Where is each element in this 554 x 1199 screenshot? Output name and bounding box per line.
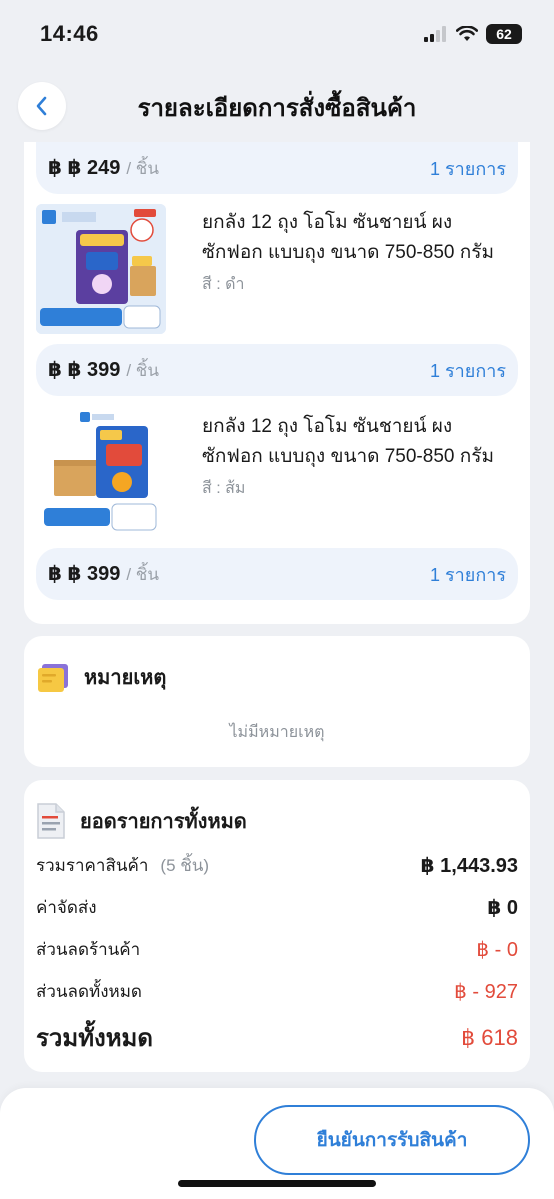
summary-title: ยอดรายการทั้งหมด — [80, 811, 247, 833]
order-items-card: ฿ ฿ 249 / ชิ้น 1 รายการ ยกลัง 12 ถุง โอโ… — [24, 142, 530, 624]
battery-indicator: 62 — [486, 24, 522, 44]
note-title: หมายเหตุ — [84, 667, 167, 689]
summary-card: ยอดรายการทั้งหมด รวมราคาสินค้า (5 ชิ้น) ฿… — [24, 780, 530, 1072]
product-variant: สี : ส้ม — [202, 480, 246, 497]
sticky-note-icon — [38, 664, 68, 692]
product-item[interactable]: ยกลัง 12 ถุง โอโม ซันชายน์ ผงซักฟอก แบบถ… — [36, 204, 516, 344]
document-icon — [37, 803, 65, 839]
back-button[interactable] — [18, 82, 66, 130]
item-price-bar: ฿ ฿ 399 / ชิ้น 1 รายการ — [36, 344, 518, 396]
note-empty-text: ไม่มีหมายเหตุ — [229, 724, 325, 741]
product-name: ยกลัง 12 ถุง โอโม ซันชายน์ ผงซักฟอก แบบถ… — [202, 212, 494, 263]
page-title: รายละเอียดการสั่งซื้อสินค้า — [137, 94, 417, 122]
total-discount-label: ส่วนลดทั้งหมด — [36, 982, 142, 1001]
header: รายละเอียดการสั่งซื้อสินค้า — [0, 72, 554, 142]
product-image — [36, 408, 166, 538]
home-indicator — [178, 1180, 376, 1187]
note-card: หมายเหตุ ไม่มีหมายเหตุ — [24, 636, 530, 767]
status-icons: 62 — [424, 24, 522, 44]
shipping-label: ค่าจัดส่ง — [36, 898, 97, 917]
total-discount-row: ส่วนลดทั้งหมด ฿ - 927 — [36, 978, 518, 1005]
grand-total-label: รวมทั้งหมด — [36, 1025, 153, 1052]
grand-total-row: รวมทั้งหมด ฿ 618 — [36, 1018, 518, 1057]
total-discount-value: ฿ - 927 — [454, 981, 518, 1003]
item-unit: / ชิ้น — [126, 360, 159, 380]
bottom-action-bar: ยืนยันการรับสินค้า — [0, 1088, 554, 1199]
subtotal-label: รวมราคาสินค้า (5 ชิ้น) — [36, 852, 209, 879]
confirm-receipt-button[interactable]: ยืนยันการรับสินค้า — [254, 1105, 530, 1175]
item-price-bar: ฿ ฿ 249 / ชิ้น 1 รายการ — [36, 142, 518, 194]
shipping-value: ฿ 0 — [487, 897, 518, 919]
subtotal-value: ฿ 1,443.93 — [420, 855, 518, 877]
product-item[interactable]: ยกลัง 12 ถุง โอโม ซันชายน์ ผงซักฟอก แบบถ… — [36, 408, 516, 548]
subtotal-count: (5 ชิ้น) — [160, 856, 210, 875]
subtotal-row: รวมราคาสินค้า (5 ชิ้น) ฿ 1,443.93 — [36, 852, 518, 879]
chevron-left-icon — [36, 96, 47, 116]
item-price: ฿ ฿ 399 — [48, 358, 121, 381]
shipping-row: ค่าจัดส่ง ฿ 0 — [36, 894, 518, 921]
item-unit: / ชิ้น — [126, 158, 159, 178]
shop-discount-value: ฿ - 0 — [476, 939, 518, 961]
product-name: ยกลัง 12 ถุง โอโม ซันชายน์ ผงซักฟอก แบบถ… — [202, 416, 494, 467]
status-bar: 14:46 62 — [0, 0, 554, 68]
item-price: ฿ ฿ 249 — [48, 156, 121, 179]
item-quantity: 1 รายการ — [429, 360, 506, 381]
item-quantity: 1 รายการ — [429, 564, 506, 585]
item-price-bar: ฿ ฿ 399 / ชิ้น 1 รายการ — [36, 548, 518, 600]
product-image — [36, 204, 166, 334]
subtotal-label-text: รวมราคาสินค้า — [36, 856, 149, 875]
item-price: ฿ ฿ 399 — [48, 562, 121, 585]
item-unit: / ชิ้น — [126, 564, 159, 584]
wifi-icon — [456, 26, 478, 41]
product-variant: สี : ดำ — [202, 276, 245, 293]
status-time: 14:46 — [40, 21, 99, 46]
item-quantity: 1 รายการ — [429, 158, 506, 179]
shop-discount-label: ส่วนลดร้านค้า — [36, 940, 141, 959]
shop-discount-row: ส่วนลดร้านค้า ฿ - 0 — [36, 936, 518, 963]
grand-total-value: ฿ 618 — [461, 1024, 518, 1050]
signal-icon — [424, 26, 446, 42]
